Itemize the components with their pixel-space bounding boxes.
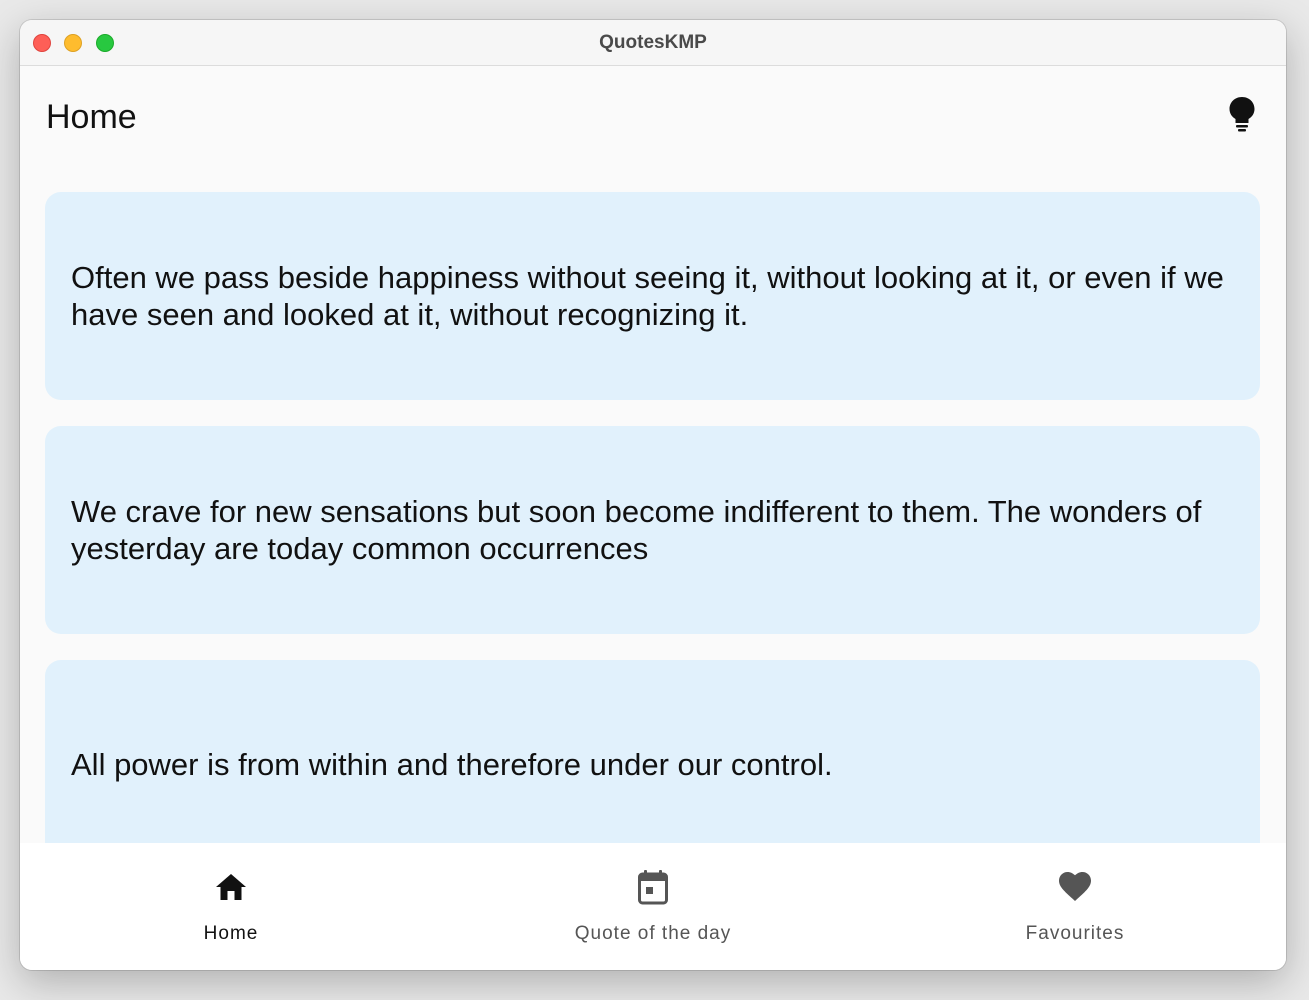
lightbulb-icon xyxy=(1229,97,1255,132)
top-app-bar: Home xyxy=(20,66,1286,166)
nav-item-home[interactable]: Home xyxy=(20,843,442,970)
nav-item-favourites[interactable]: Favourites xyxy=(864,843,1286,970)
home-icon xyxy=(213,869,249,905)
nav-label-home: Home xyxy=(203,923,259,944)
window-title: QuotesKMP xyxy=(599,32,707,53)
theme-toggle-button[interactable] xyxy=(1224,94,1260,134)
quotes-list[interactable]: Often we pass beside happiness without s… xyxy=(20,166,1286,843)
bottom-navigation-bar: Home Quote of the day Favourites xyxy=(20,843,1286,970)
quote-card[interactable]: Often we pass beside happiness without s… xyxy=(45,192,1260,400)
quote-text: Often we pass beside happiness without s… xyxy=(71,260,1224,332)
nav-label-quote-of-the-day: Quote of the day xyxy=(574,923,732,944)
quote-text: We crave for new sensations but soon bec… xyxy=(71,494,1202,566)
heart-icon xyxy=(1057,869,1093,905)
window-titlebar[interactable]: QuotesKMP xyxy=(20,20,1286,66)
quote-card[interactable]: All power is from within and therefore u… xyxy=(45,660,1260,843)
app-window: QuotesKMP Home Often we pass beside happ… xyxy=(20,20,1286,970)
calendar-icon xyxy=(635,869,671,905)
quote-card[interactable]: We crave for new sensations but soon bec… xyxy=(45,426,1260,634)
quote-text: All power is from within and therefore u… xyxy=(71,746,833,782)
nav-label-favourites: Favourites xyxy=(1025,923,1125,944)
page-title: Home xyxy=(46,98,137,136)
nav-item-quote-of-the-day[interactable]: Quote of the day xyxy=(442,843,864,970)
